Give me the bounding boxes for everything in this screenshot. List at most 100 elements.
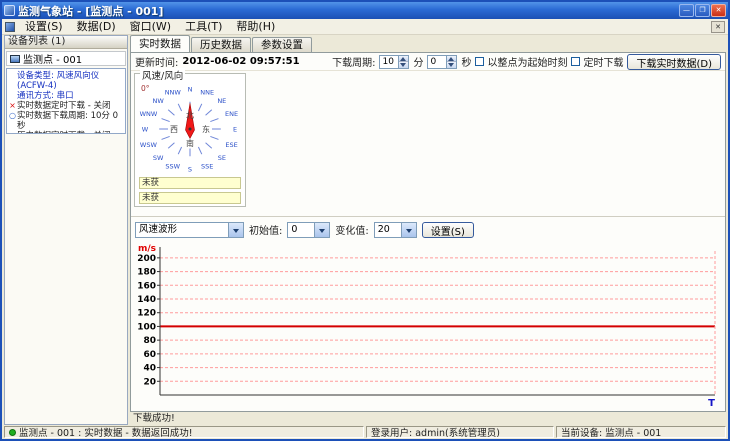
status-ok-dot-icon [9, 428, 16, 436]
info-text: 历史数据定时下载 - 关闭 [17, 131, 110, 133]
status-device-text: 当前设备: 监测点 - 001 [556, 426, 726, 438]
down-arrow-icon[interactable] [399, 61, 409, 68]
delta-value: 20 [377, 223, 390, 235]
svg-text:NNE: NNE [200, 89, 214, 97]
svg-text:NW: NW [153, 97, 165, 105]
circle-mark-icon: ○ [9, 111, 16, 120]
initial-value-label: 初始值: [249, 226, 283, 237]
comm-mode-line: 通讯方式: 串口 [8, 91, 124, 101]
svg-text:SSW: SSW [165, 162, 180, 170]
menu-tools[interactable]: 工具(T) [178, 19, 229, 35]
svg-text:E: E [233, 126, 237, 134]
seconds-value: 0 [430, 56, 437, 67]
download-period-label: 下载周期: [332, 58, 376, 69]
menu-help[interactable]: 帮助(H) [229, 19, 282, 35]
statusbar: 监测点 - 001 : 实时数据 - 数据返回成功! 登录用户: admin(系… [2, 425, 728, 439]
minutes-unit-label: 分 [413, 58, 424, 69]
spinner-arrows [398, 55, 409, 68]
svg-text:200: 200 [137, 254, 156, 264]
checkbox-icon [571, 57, 581, 66]
menu-settings[interactable]: 设置(S) [18, 19, 70, 35]
main-area: 实时数据 历史数据 参数设置 更新时间: 2012-06-02 09:57:51… [130, 35, 726, 425]
dropdown-arrow-icon [228, 222, 243, 237]
svg-text:20: 20 [143, 377, 156, 387]
close-button[interactable]: ✕ [711, 4, 726, 17]
initial-value-select[interactable]: 0 [287, 221, 331, 238]
tab-history-data[interactable]: 历史数据 [191, 37, 251, 52]
info-text: 实时数据下载周期: 10分 0秒 [17, 111, 118, 131]
timed-download-label: 定时下载 [583, 58, 624, 69]
x-mark-icon: × [8, 131, 17, 133]
minutes-value: 10 [382, 56, 394, 67]
titlebar: 监测气象站 - [监测点 - 001] — ❐ ✕ [2, 2, 728, 19]
align-start-checkbox[interactable]: 以整点为起始时刻 [475, 54, 567, 69]
update-time-value: 2012-06-02 09:57:51 [182, 56, 300, 67]
status-cell-left: 监测点 - 001 : 实时数据 - 数据返回成功! [4, 426, 364, 438]
separator [131, 216, 725, 217]
svg-text:WSW: WSW [140, 141, 158, 149]
content-area: 设备列表 (1) 监测点 - 001 设备类型: 风速风向仪 (ACFW-4) … [2, 35, 728, 425]
menu-data[interactable]: 数据(D) [70, 19, 123, 35]
initial-value: 0 [291, 223, 298, 235]
device-tree: 监测点 - 001 [6, 51, 126, 66]
info-text: 实时数据定时下载 - 关闭 [17, 101, 111, 111]
svg-text:180: 180 [137, 268, 156, 278]
realtime-data-panel: 更新时间: 2012-06-02 09:57:51 下载周期: 10 分 0 秒 [130, 52, 726, 412]
svg-text:N: N [188, 86, 193, 94]
waveform-chart: 20 40 60 80 100 120 140 160 180 200 m/s T [134, 243, 722, 409]
svg-text:80: 80 [143, 336, 156, 346]
mdi-child-icon[interactable] [5, 21, 15, 32]
svg-text:SW: SW [153, 154, 164, 162]
svg-text:T: T [708, 398, 715, 408]
svg-text:W: W [142, 126, 149, 134]
waveform-select-value: 风速波形 [139, 223, 178, 235]
menu-window[interactable]: 窗口(W) [123, 19, 178, 35]
dropdown-arrow-icon [314, 222, 330, 237]
svg-text:S: S [188, 166, 192, 174]
info-text: 通讯方式: 串口 [17, 91, 74, 101]
svg-text:0°: 0° [141, 84, 150, 93]
download-realtime-button[interactable]: 下载实时数据(D) [627, 53, 721, 70]
status-left-text: 监测点 - 001 : 实时数据 - 数据返回成功! [19, 428, 193, 438]
device-type-line: 设备类型: 风速风向仪 (ACFW-4) [8, 71, 124, 91]
seconds-unit-label: 秒 [461, 58, 472, 69]
maximize-button[interactable]: ❐ [695, 4, 710, 17]
mdi-close-button[interactable]: ✕ [711, 20, 725, 33]
tabstrip: 实时数据 历史数据 参数设置 [130, 35, 313, 52]
svg-text:西: 西 [170, 125, 178, 134]
info-text: 设备类型: 风速风向仪 (ACFW-4) [17, 71, 100, 91]
download-status-text: 下载成功! [133, 413, 175, 424]
menubar: 设置(S) 数据(D) 窗口(W) 工具(T) 帮助(H) ✕ [2, 19, 728, 35]
realtime-period-line: ○ 实时数据下载周期: 10分 0秒 [8, 111, 124, 131]
checkbox-icon [475, 57, 485, 66]
window-controls: — ❐ ✕ [679, 4, 726, 17]
wind-speed-direction-group: 风速/风向 N NNE NE ENE E ESE SE SSE S SSW SW WSW W WNW NW N… [134, 68, 246, 207]
app-window: 监测气象站 - [监测点 - 001] — ❐ ✕ 设置(S) 数据(D) 窗口… [0, 0, 730, 441]
device-icon [10, 54, 20, 63]
chart-controls: 风速波形 初始值: 0 变化值: 20 设置(S) [135, 220, 721, 239]
svg-text:m/s: m/s [138, 244, 156, 254]
svg-text:南: 南 [186, 138, 194, 148]
wind-speed-value: 未获 [139, 177, 241, 189]
minimize-button[interactable]: — [679, 4, 694, 17]
minutes-spinner[interactable]: 10 [379, 54, 410, 69]
tab-parameter-settings[interactable]: 参数设置 [252, 37, 312, 52]
waveform-select[interactable]: 风速波形 [135, 221, 244, 238]
delta-value-select[interactable]: 20 [373, 221, 417, 238]
timed-download-checkbox[interactable]: 定时下载 [571, 54, 623, 69]
wind-compass: N NNE NE ENE E ESE SE SSE S SSW SW WSW W WNW NW NNW 北南东 西… [138, 81, 242, 174]
tree-node-device[interactable]: 监测点 - 001 [23, 51, 82, 66]
seconds-spinner[interactable]: 0 [427, 54, 458, 69]
tab-realtime-data[interactable]: 实时数据 [130, 35, 190, 52]
window-title: 监测气象站 - [监测点 - 001] [18, 4, 164, 18]
dropdown-arrow-icon [400, 222, 416, 237]
svg-text:ENE: ENE [225, 110, 238, 118]
chart-settings-button[interactable]: 设置(S) [421, 221, 474, 238]
device-list-header: 设备列表 (1) [5, 36, 127, 49]
svg-text:140: 140 [137, 295, 156, 305]
down-arrow-icon[interactable] [447, 61, 457, 68]
align-start-label: 以整点为起始时刻 [487, 58, 568, 69]
svg-text:SE: SE [218, 154, 226, 162]
svg-text:40: 40 [143, 364, 156, 374]
svg-text:北: 北 [186, 111, 194, 120]
